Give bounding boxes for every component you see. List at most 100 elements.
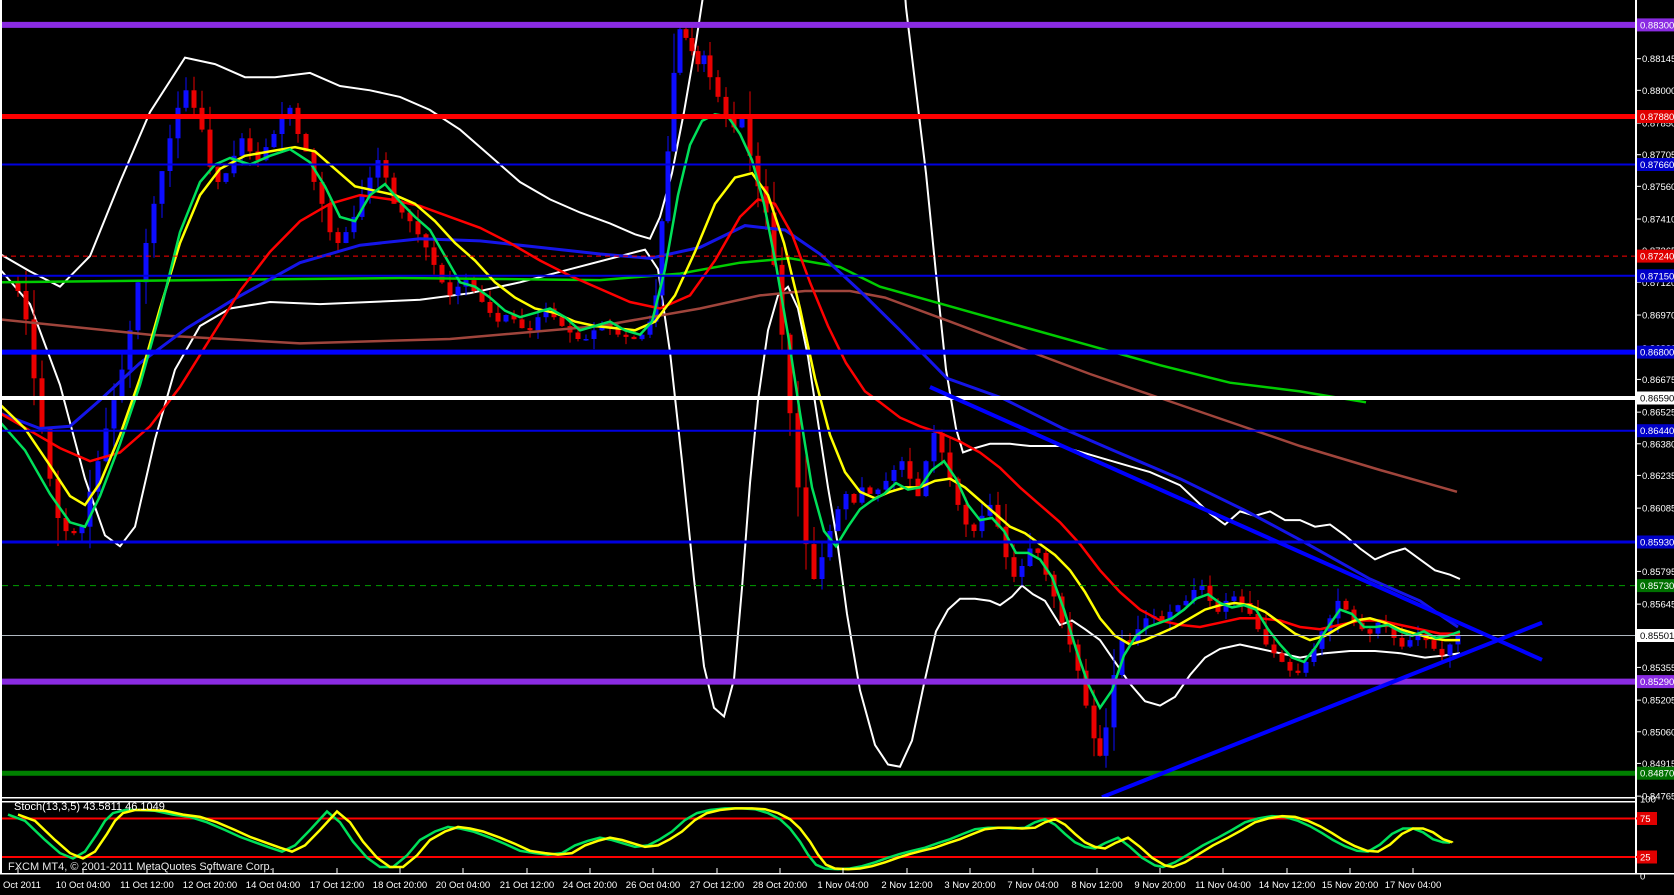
price-tick-label: 0.86085 [1642,504,1674,515]
candle-bull [183,90,189,108]
candle-bear [295,107,301,134]
price-level-box-label: 0.88300 [1640,20,1674,31]
candle-bear [1035,548,1041,553]
time-tick-label: 6 Oct 2011 [0,880,41,891]
pane-separator-1 [0,797,1637,799]
mt4-chart-window: 0.88145 0.88000 0.87850 0.87705 0.87560 0.874… [0,0,1674,895]
candle-bear [795,413,801,488]
candle-bear [55,478,61,518]
time-tick-label: 2 Nov 12:00 [881,880,932,891]
candle-bull [503,315,509,322]
candle-bear [851,494,857,503]
time-tick-label: 7 Nov 04:00 [1007,880,1058,891]
candle-bear [1399,637,1405,647]
price-level-box-label: 0.87660 [1640,160,1674,171]
pane-separator-2 [0,801,1637,803]
price-tick-label: 0.86970 [1642,311,1674,322]
time-tick-label: 18 Oct 20:00 [373,880,427,891]
candle-bear [1295,670,1301,673]
candle-bear [519,319,525,329]
candle-bear [423,234,429,248]
candle-bull [671,72,677,152]
time-tick-label: 27 Oct 12:00 [690,880,744,891]
candle-bull [819,557,825,579]
candle-bull [175,107,181,139]
candle-bull [167,138,173,171]
candle-bull [1175,605,1181,612]
time-tick-label: 15 Nov 20:00 [1322,880,1379,891]
price-level-box-label: 0.86800 [1640,348,1674,359]
time-tick-label: 9 Nov 20:00 [1134,880,1185,891]
time-tick-label: 28 Oct 20:00 [753,880,807,891]
candle-bull [891,470,897,481]
candle-bear [695,51,701,65]
candle-bear [1343,600,1349,610]
candle-bear [715,77,721,97]
candle-bear [39,378,45,429]
candle-bear [559,317,565,326]
candle-bear [963,504,969,525]
price-tick-label: 0.86235 [1642,471,1674,482]
time-tick-label: 14 Oct 04:00 [246,880,300,891]
time-tick-label: 26 Oct 04:00 [626,880,680,891]
candle-bear [1439,648,1445,656]
time-tick-label: 1 Nov 04:00 [817,880,868,891]
candle-bull [135,282,141,331]
candle-bear [1011,557,1017,577]
candle-bear [689,38,695,52]
candle-bull [835,509,841,531]
time-tick-label: 17 Oct 12:00 [310,880,364,891]
price-level-box-label: 0.86440 [1640,426,1674,437]
candle-bear [707,55,713,78]
candle-bull [1231,596,1237,601]
candle-bear [191,90,197,108]
candle-bull [859,487,865,503]
candle-bear [447,282,453,296]
candle-bear [1091,705,1097,739]
price-tick-label: 0.85645 [1642,600,1674,611]
candle-bull [677,29,683,73]
time-tick-label: 17 Nov 04:00 [1385,880,1442,891]
candle-bear [1279,653,1285,662]
candle-bear [1367,629,1373,634]
candle-bear [867,487,873,494]
time-tick-label: 11 Nov 04:00 [1195,880,1251,891]
candle-bull [1103,727,1109,756]
candle-bear [527,328,533,331]
price-tick-label: 0.85060 [1642,727,1674,738]
stochastic-indicator-label: Stoch(13,3,5) 43.5811 46.1049 [14,801,165,813]
candle-bull [239,138,245,156]
candle-bull [79,526,85,534]
candle-bull [279,116,285,134]
time-tick-label: 20 Oct 04:00 [436,880,490,891]
stoch-axis-label: 25 [1640,853,1651,864]
right-border [1635,0,1637,873]
candle-bull [159,171,165,204]
candle-bear [1097,738,1103,756]
time-tick-label: 3 Nov 20:00 [944,880,995,891]
price-tick-label: 0.86675 [1642,375,1674,386]
candle-bear [487,302,493,313]
candle-bear [247,138,253,152]
time-tick-label: 14 Nov 12:00 [1259,880,1316,891]
price-tick-label: 0.85355 [1642,663,1674,674]
candle-bear [71,531,77,534]
price-tick-label: 0.88000 [1642,86,1674,97]
left-border [0,0,2,873]
candle-bear [683,29,689,38]
price-chart-canvas[interactable]: 0.881450.880000.878500.877050.875600.874… [0,0,1674,895]
candle-bear [47,428,53,479]
candle-bull [875,489,881,494]
candle-bear [23,291,29,320]
candle-bear [1239,596,1245,603]
candle-bear [907,461,913,479]
candle-bear [811,544,817,579]
candle-bull [343,232,349,243]
candle-bear [207,129,213,167]
stoch-axis-label: 75 [1640,814,1651,825]
candle-bear [335,232,341,243]
candle-bull [583,339,589,341]
time-tick-label: 11 Oct 12:00 [120,880,174,891]
candle-bear [1263,629,1269,645]
price-level-box-label: 0.86590 [1640,394,1674,405]
